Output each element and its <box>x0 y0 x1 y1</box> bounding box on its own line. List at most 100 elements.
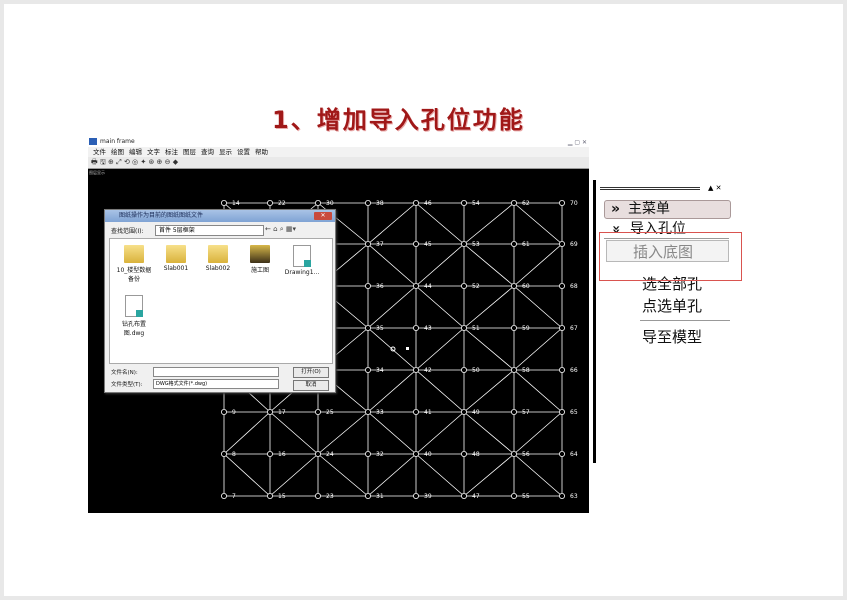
hole-node[interactable] <box>412 492 419 499</box>
hole-node[interactable] <box>364 366 371 373</box>
hole-node[interactable] <box>412 282 419 289</box>
hole-node[interactable] <box>364 450 371 457</box>
hole-node[interactable] <box>559 240 566 247</box>
hole-label: 37 <box>376 241 384 248</box>
hole-node[interactable] <box>266 450 273 457</box>
open-button[interactable]: 打开(O) <box>293 367 329 378</box>
hole-label: 14 <box>232 200 240 207</box>
hole-node[interactable] <box>364 240 371 247</box>
hole-node[interactable] <box>364 282 371 289</box>
grid-diagonal <box>367 243 417 287</box>
grid-diagonal <box>463 202 515 245</box>
hole-node[interactable] <box>266 199 273 206</box>
file-item[interactable]: Drawing1... <box>282 245 322 276</box>
hole-node[interactable] <box>559 282 566 289</box>
file-item[interactable]: Slab002 <box>198 245 238 272</box>
double-chevron-icon: » <box>611 201 621 217</box>
hole-node[interactable] <box>510 366 517 373</box>
hole-label: 65 <box>570 409 578 416</box>
grid-diagonal <box>463 369 515 413</box>
hole-node[interactable] <box>220 199 227 206</box>
grid-diagonal <box>367 285 417 329</box>
hole-node[interactable] <box>314 408 321 415</box>
hole-node[interactable] <box>510 450 517 457</box>
hole-node[interactable] <box>559 408 566 415</box>
hole-node[interactable] <box>412 324 419 331</box>
folder-icon <box>208 245 228 263</box>
hole-node[interactable] <box>364 408 371 415</box>
grid-diagonal <box>367 411 417 455</box>
file-item[interactable]: 施工图 <box>240 245 280 274</box>
hole-label: 69 <box>570 241 578 248</box>
look-in-label: 查找范围(I): <box>111 228 144 235</box>
hole-node[interactable] <box>220 492 227 499</box>
file-list: 10_楼型数据备份 Slab001 Slab002 施工图 Drawing1..… <box>109 238 333 364</box>
hole-node[interactable] <box>460 366 467 373</box>
hole-label: 40 <box>424 451 432 458</box>
hole-node[interactable] <box>460 450 467 457</box>
hole-node[interactable] <box>412 408 419 415</box>
hole-label: 54 <box>472 200 480 207</box>
hole-node[interactable] <box>364 199 371 206</box>
hole-node[interactable] <box>412 199 419 206</box>
hole-label: 34 <box>376 367 384 374</box>
hole-label: 33 <box>376 409 384 416</box>
hole-label: 25 <box>326 409 334 416</box>
hole-node[interactable] <box>220 408 227 415</box>
hole-node[interactable] <box>460 492 467 499</box>
hole-label: 45 <box>424 241 432 248</box>
file-item[interactable]: 钻孔布置图.dwg <box>114 295 154 337</box>
dwg-file-icon <box>125 295 143 317</box>
dialog-title: 图纸操作为目前的图纸图纸文件 <box>119 212 204 219</box>
filename-input[interactable] <box>153 367 279 377</box>
hole-node[interactable] <box>460 199 467 206</box>
hole-label: 62 <box>522 200 530 207</box>
hole-node[interactable] <box>460 408 467 415</box>
hole-node[interactable] <box>559 366 566 373</box>
hole-node[interactable] <box>510 408 517 415</box>
grid-diagonal <box>463 411 515 455</box>
filetype-select[interactable]: DWG格式文件(*.dwg) <box>153 379 279 389</box>
hole-node[interactable] <box>510 492 517 499</box>
hole-node[interactable] <box>510 282 517 289</box>
hole-node[interactable] <box>510 324 517 331</box>
hole-label: 23 <box>326 493 334 500</box>
hole-node[interactable] <box>220 450 227 457</box>
hole-node[interactable] <box>412 450 419 457</box>
hole-node[interactable] <box>510 199 517 206</box>
file-item[interactable]: 10_楼型数据备份 <box>114 245 154 283</box>
hole-node[interactable] <box>314 199 321 206</box>
hole-node[interactable] <box>266 492 273 499</box>
hole-label: 36 <box>376 283 384 290</box>
select-single-hole-button[interactable]: 点选单孔 <box>642 296 702 316</box>
cancel-button[interactable]: 取消 <box>293 380 329 391</box>
hole-node[interactable] <box>460 282 467 289</box>
hole-node[interactable] <box>559 324 566 331</box>
panel-rule <box>600 187 700 190</box>
hole-node[interactable] <box>364 492 371 499</box>
hole-node[interactable] <box>314 492 321 499</box>
hole-node[interactable] <box>559 492 566 499</box>
hole-node[interactable] <box>314 450 321 457</box>
hole-node[interactable] <box>364 324 371 331</box>
grid-diagonal <box>513 285 563 329</box>
export-to-model-button[interactable]: 导至模型 <box>642 327 702 347</box>
hole-node[interactable] <box>460 324 467 331</box>
hole-node[interactable] <box>412 240 419 247</box>
panel-arrows-icon[interactable]: ▲ ✕ <box>708 184 721 192</box>
grid-diagonal <box>463 243 515 287</box>
hole-node[interactable] <box>266 408 273 415</box>
hole-node[interactable] <box>460 240 467 247</box>
hole-node[interactable] <box>510 240 517 247</box>
main-menu-button[interactable]: » 主菜单 <box>604 200 731 219</box>
hole-node[interactable] <box>559 450 566 457</box>
hole-label: 15 <box>278 493 286 500</box>
file-item[interactable]: Slab001 <box>156 245 196 272</box>
look-in-select[interactable]: 首件 5层框架 <box>155 225 264 236</box>
hole-node[interactable] <box>412 366 419 373</box>
dialog-close-button[interactable]: ✕ <box>314 212 332 220</box>
hole-node[interactable] <box>559 199 566 206</box>
hole-label: 8 <box>232 451 236 458</box>
dialog-nav-icons[interactable]: ← ⌂ ⌕ ▦▾ <box>265 225 296 234</box>
hole-label: 16 <box>278 451 286 458</box>
